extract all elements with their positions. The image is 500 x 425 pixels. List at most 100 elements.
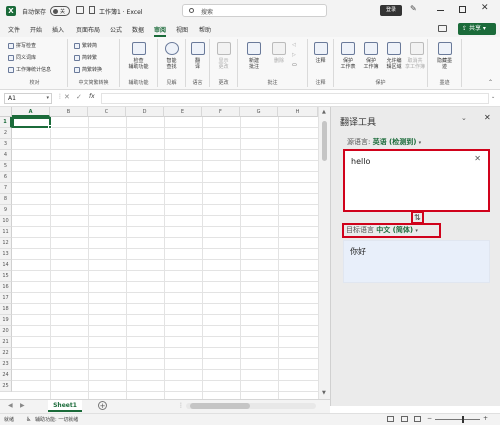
smart-lookup-icon[interactable] [165,42,179,55]
tab-file[interactable]: 文件 [8,25,20,34]
add-sheet-icon[interactable]: + [98,401,107,410]
name-box[interactable]: A1 ▾ [4,93,52,104]
normal-view-icon[interactable] [387,416,394,422]
zoom-slider[interactable] [435,416,480,423]
vertical-scrollbar[interactable]: ▲ ▼ [318,107,330,399]
protect-sheet-icon[interactable] [341,42,355,55]
row-header[interactable]: 24 [0,370,12,381]
active-cell-a1[interactable] [12,117,51,128]
row-header[interactable]: 9 [0,205,12,216]
formula-input[interactable] [101,93,489,104]
autosave-toggle[interactable]: 关 [50,6,70,16]
notes-icon[interactable] [314,42,328,55]
tab-formulas[interactable]: 公式 [110,25,122,34]
scroll-thumb[interactable] [322,121,327,161]
clear-text-icon[interactable]: ✕ [474,154,481,163]
page-break-view-icon[interactable] [414,416,421,422]
accessibility-icon[interactable]: ♿ [26,416,31,423]
show-comments-button[interactable]: ▭ [292,62,297,68]
close-icon[interactable]: ✕ [481,3,489,13]
accessibility-status[interactable]: 辅助功能: 一切就绪 [35,416,78,423]
spreadsheet-grid[interactable]: A B C D E F G H 1 2 3 4 5 6 7 8 9 10 11 … [0,107,330,399]
minimize-icon[interactable] [437,10,444,11]
column-header[interactable]: C [88,107,126,117]
row-header[interactable]: 18 [0,304,12,315]
zoom-in-icon[interactable]: + [483,415,488,422]
column-header[interactable]: D [126,107,164,117]
tab-home[interactable]: 开始 [30,25,42,34]
row-header[interactable]: 1 [0,117,12,128]
row-header[interactable]: 19 [0,315,12,326]
pane-options-icon[interactable]: ⌄ [461,114,467,122]
hide-ink-icon[interactable] [438,42,452,55]
row-header[interactable]: 7 [0,183,12,194]
select-all-corner[interactable] [0,107,12,117]
simp-to-trad-button[interactable]: 简转繁 [74,54,97,61]
column-header[interactable]: B [50,107,88,117]
scroll-up-icon[interactable]: ▲ [322,109,326,115]
row-header[interactable]: 8 [0,194,12,205]
page-layout-view-icon[interactable] [401,416,408,422]
expand-formula-icon[interactable]: ⌄ [491,94,495,100]
next-sheet-icon[interactable]: ▶ [20,402,25,409]
row-header[interactable]: 21 [0,337,12,348]
search-box[interactable]: 搜索 [182,4,327,17]
tab-help[interactable]: 帮助 [199,25,211,34]
comment-icon[interactable] [438,25,447,32]
zoom-out-icon[interactable]: − [427,415,432,422]
row-header[interactable]: 11 [0,227,12,238]
sheet-tab[interactable]: Sheet1 [48,400,82,412]
prev-sheet-icon[interactable]: ◀ [8,402,13,409]
login-button[interactable]: 登录 [380,5,402,16]
row-header[interactable]: 23 [0,359,12,370]
row-header[interactable]: 6 [0,172,12,183]
column-header[interactable]: A [12,107,50,117]
spell-check-button[interactable]: 拼写检查 [8,42,36,49]
horizontal-scrollbar[interactable] [186,403,316,409]
row-header[interactable]: 17 [0,293,12,304]
row-header[interactable]: 25 [0,381,12,392]
share-button[interactable]: ⇪ 共享 ▾ [458,23,496,35]
cancel-icon[interactable]: ✕ [64,93,70,101]
unshare-workbook-icon[interactable] [410,42,424,55]
chinese-conversion-button[interactable]: 简繁转换 [74,66,102,73]
row-header[interactable]: 22 [0,348,12,359]
row-header[interactable]: 12 [0,238,12,249]
row-header[interactable]: 14 [0,260,12,271]
enter-icon[interactable]: ✓ [76,93,82,101]
tab-review[interactable]: 审阅 [154,25,167,37]
tab-data[interactable]: 数据 [132,25,144,34]
row-header[interactable]: 16 [0,282,12,293]
trad-to-simp-button[interactable]: 繁转简 [74,42,97,49]
source-language-selector[interactable]: 源语言: 英语 (检测到) ▾ [347,137,421,147]
prev-comment-button[interactable]: ◁ [292,42,296,48]
next-comment-button[interactable]: ▷ [292,52,296,58]
tab-split-handle[interactable]: ⋮ [178,402,184,409]
pen-icon[interactable]: ✎ [410,4,417,13]
pane-close-icon[interactable]: ✕ [484,113,491,122]
row-header[interactable]: 5 [0,161,12,172]
translate-icon[interactable] [191,42,205,55]
ribbon-collapse-icon[interactable]: ⌃ [488,79,493,86]
protect-workbook-icon[interactable] [364,42,378,55]
tab-view[interactable]: 视图 [176,25,188,34]
show-changes-icon[interactable] [217,42,231,55]
new-comment-icon[interactable] [247,42,261,55]
column-header[interactable]: G [240,107,278,117]
insert-function-button[interactable]: fx [89,93,95,100]
row-header[interactable]: 13 [0,249,12,260]
accessibility-check-icon[interactable] [132,42,146,55]
row-header[interactable]: 10 [0,216,12,227]
row-header[interactable]: 4 [0,150,12,161]
row-header[interactable]: 15 [0,271,12,282]
maximize-icon[interactable] [459,6,466,13]
row-header[interactable]: 20 [0,326,12,337]
column-header[interactable]: H [278,107,318,117]
target-language-selector[interactable]: 目标语言 中文 (简体) ▾ [342,223,441,238]
scroll-down-icon[interactable]: ▼ [322,390,326,396]
source-text-box[interactable]: hello ✕ [343,149,490,212]
delete-comment-icon[interactable] [272,42,286,55]
allow-edit-ranges-icon[interactable] [387,42,401,55]
column-header[interactable]: F [202,107,240,117]
row-header[interactable]: 2 [0,128,12,139]
